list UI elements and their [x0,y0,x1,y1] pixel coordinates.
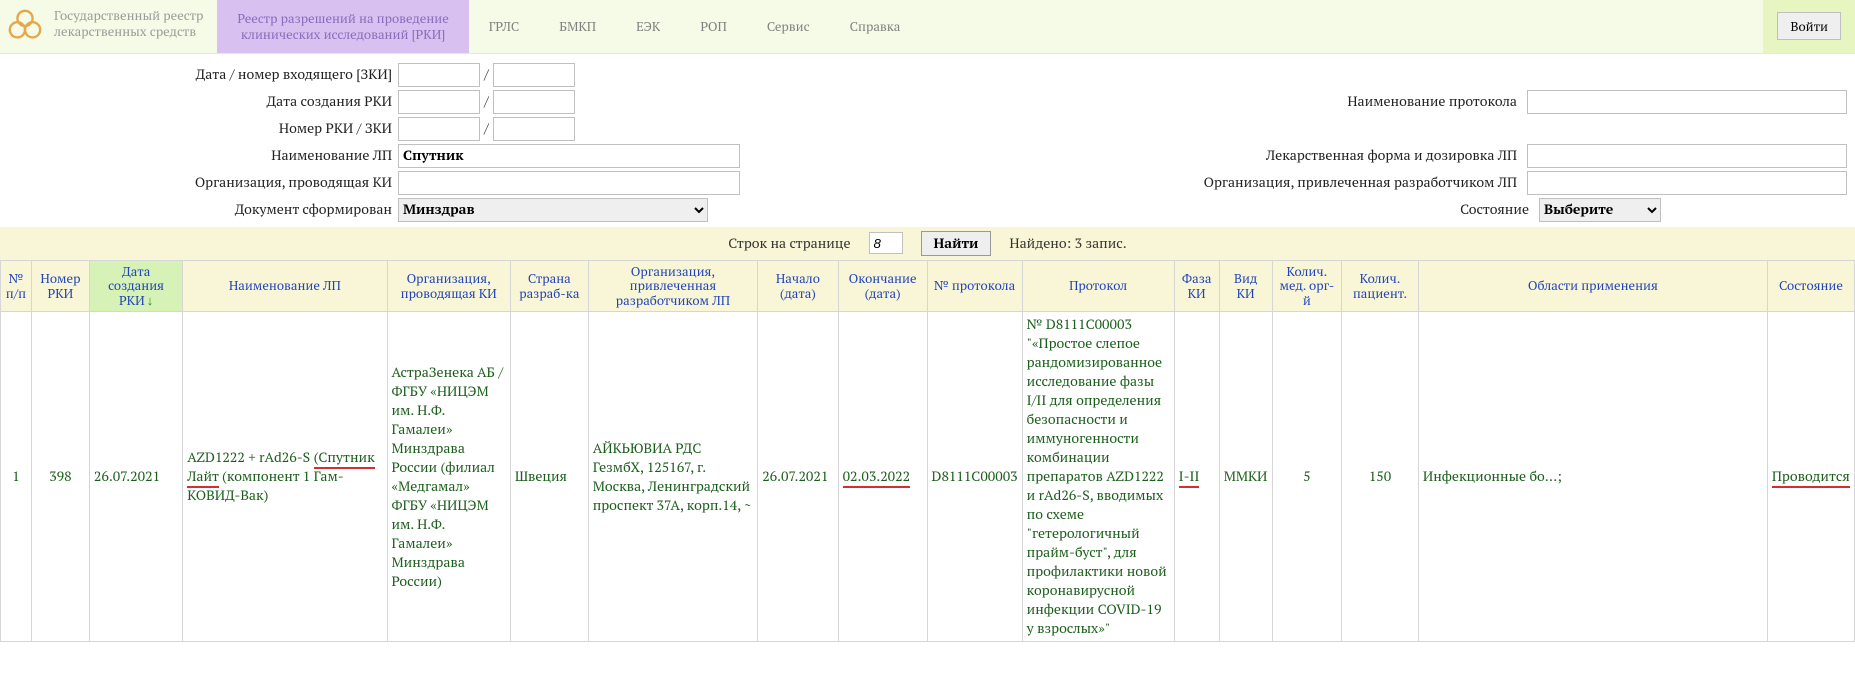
col-phase[interactable]: Фаза КИ [1174,260,1219,312]
site-title: Государственный реестр лекарственных сре… [50,0,217,53]
filters-col-right: . Наименование протокола . Лекарственная… [948,60,1848,225]
cell-med-orgs: 5 [1272,312,1342,642]
cell-lp-name: AZD1222 + rAd26-S (Спутник Лайт (компоне… [183,312,387,642]
tab-rki[interactable]: Реестр разрешений на проведениеклиническ… [217,0,468,53]
tab-eek[interactable]: ЕЭК [616,0,680,53]
find-button[interactable]: Найти [921,231,992,256]
in-lp-name[interactable] [398,144,740,168]
cell-country: Швеция [510,312,588,642]
find-options: Строк на странице Найти Найдено: 3 запис… [0,227,1855,260]
login-button[interactable]: Войти [1777,12,1841,40]
col-areas[interactable]: Области применения [1418,260,1767,312]
cell-protocol: № D8111C00003 "«Простое слепое рандомизи… [1022,312,1174,642]
sort-arrow-down-icon: ↓ [147,291,154,309]
lbl-form-dose: Лекарственная форма и дозировка ЛП [948,146,1528,165]
in-dn-in-num[interactable] [493,63,575,87]
col-org-dev[interactable]: Организация, привлеченная разработчиком … [588,260,757,312]
in-num-zki[interactable] [493,117,575,141]
in-proto-name[interactable] [1527,90,1847,114]
in-num-rki[interactable] [398,117,480,141]
cell-org-conduct: АстраЗенека АБ / ФГБУ «НИЦЭМ им. Н.Ф. Га… [387,312,510,642]
lbl-date-rki: Дата создания РКИ [8,92,398,111]
col-date-rki[interactable]: Дата создания РКИ↓ [89,260,182,312]
in-date-rki-2[interactable] [493,90,575,114]
lbl-state: Состояние [948,200,1540,219]
col-state[interactable]: Состояние [1767,260,1854,312]
lbl-dn-in: Дата / номер входящего [ЗКИ] [8,65,398,84]
sel-doc-source[interactable]: Минздрав [398,198,708,222]
login-area: Войти [1763,0,1855,53]
rows-per-page-label: Строк на странице [728,234,850,253]
in-org-dev[interactable] [1527,171,1847,195]
lbl-org-conduct: Организация, проводящая КИ [8,173,398,192]
cell-start: 26.07.2021 [758,312,838,642]
in-dn-in-date[interactable] [398,63,480,87]
rows-per-page-input[interactable] [869,232,903,254]
site-logo [0,0,50,53]
in-form-dose[interactable] [1527,144,1847,168]
lbl-lp-name: Наименование ЛП [8,146,398,165]
col-kind[interactable]: Вид КИ [1219,260,1272,312]
topbar: Государственный реестр лекарственных сре… [0,0,1855,54]
col-end[interactable]: Окончание (дата) [838,260,927,312]
results-table: № п/п Номер РКИ Дата создания РКИ↓ Наиме… [0,260,1855,643]
filters-col-left: Дата / номер входящего [ЗКИ] / Дата созд… [8,60,908,225]
sel-state[interactable]: Выберите [1539,198,1661,222]
col-num-rki[interactable]: Номер РКИ [31,260,89,312]
tab-service[interactable]: Сервис [747,0,830,53]
tab-bmkp[interactable]: БМКП [539,0,616,53]
cell-idx: 1 [1,312,32,642]
cell-date-rki: 26.07.2021 [89,312,182,642]
cell-areas: Инфекционные бо...; [1418,312,1767,642]
cell-org-dev: АЙКЬЮВИА РДС ГезмбХ, 125167, г. Москва, … [588,312,757,642]
col-start[interactable]: Начало (дата) [758,260,838,312]
cell-kind: ММКИ [1219,312,1272,642]
in-date-rki-1[interactable] [398,90,480,114]
col-country[interactable]: Страна разраб-ка [510,260,588,312]
cell-state: Проводится [1767,312,1854,642]
tab-rop[interactable]: РОП [680,0,747,53]
col-org-conduct[interactable]: Организация, проводящая КИ [387,260,510,312]
cell-end: 02.03.2022 [838,312,927,642]
tab-help[interactable]: Справка [830,0,921,53]
cell-num-rki: 398 [31,312,89,642]
logo-icon [6,7,44,45]
col-med-orgs[interactable]: Колич. мед. орг-й [1272,260,1342,312]
in-org-conduct[interactable] [398,171,740,195]
tab-grls[interactable]: ГРЛС [469,0,540,53]
col-proto-num[interactable]: № протокола [927,260,1022,312]
cell-patients: 150 [1342,312,1419,642]
lbl-doc-source: Документ сформирован [8,200,398,219]
cell-phase: I-II [1174,312,1219,642]
cell-proto-num: D8111C00003 [927,312,1022,642]
col-lp-name[interactable]: Наименование ЛП [183,260,387,312]
col-idx[interactable]: № п/п [1,260,32,312]
col-protocol[interactable]: Протокол [1022,260,1174,312]
col-patients[interactable]: Колич. пациент. [1342,260,1419,312]
lbl-num-rki: Номер РКИ / ЗКИ [8,119,398,138]
main-tabs: Реестр разрешений на проведениеклиническ… [217,0,1763,53]
table-row[interactable]: 1 398 26.07.2021 AZD1222 + rAd26-S (Спут… [1,312,1855,642]
lbl-proto-name: Наименование протокола [948,92,1528,111]
lbl-org-dev: Организация, привлеченная разработчиком … [948,173,1528,192]
found-text: Найдено: 3 запис. [1009,234,1126,253]
filters: Дата / номер входящего [ЗКИ] / Дата созд… [0,54,1855,227]
